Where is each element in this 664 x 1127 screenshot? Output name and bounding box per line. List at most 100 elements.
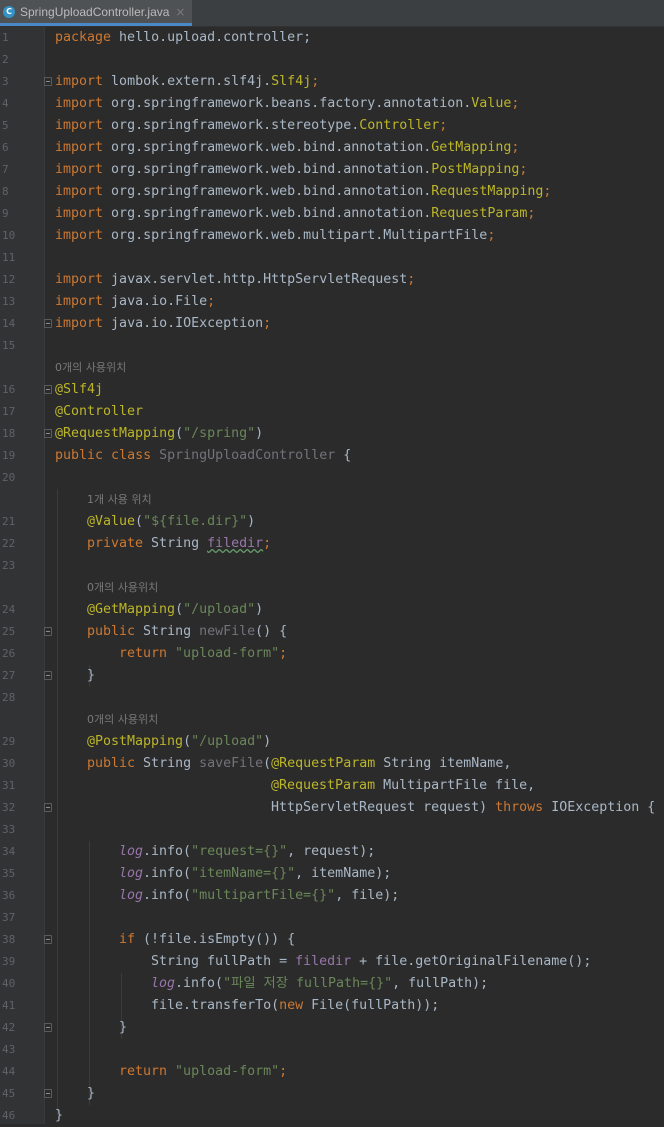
usages-hint[interactable]: 0개의 사용위치 — [87, 709, 158, 731]
keyword-import: import — [55, 96, 104, 111]
code-line: import javax.servlet.http.HttpServletReq… — [0, 269, 664, 291]
method-call: .info( — [143, 888, 192, 903]
editor-tab-bar: C SpringUploadController.java × — [0, 0, 664, 27]
line-number: 37 — [2, 911, 16, 924]
code-line: import lombok.extern.slf4j.Slf4j; — [0, 71, 664, 93]
annotation-slf4j: @Slf4j — [55, 382, 104, 397]
keyword-throws: throws — [495, 800, 544, 815]
paren: ( — [135, 514, 144, 529]
arguments: , itemName); — [295, 866, 392, 881]
string-literal: "request={}" — [191, 844, 288, 859]
semicolon: ; — [487, 228, 496, 243]
string-literal: "upload-form" — [167, 1064, 280, 1079]
keyword-import: import — [55, 294, 104, 309]
semicolon: ; — [407, 272, 416, 287]
code-line: import org.springframework.web.bind.anno… — [0, 137, 664, 159]
import-class: GetMapping — [431, 140, 512, 155]
code-line: private String filedir; — [0, 533, 664, 555]
line-number: 23 — [2, 559, 16, 572]
expression: + file.getOriginalFilename(); — [351, 954, 592, 969]
annotation-request-mapping: @RequestMapping — [55, 426, 176, 441]
annotation-request-param: @RequestParam — [271, 778, 376, 793]
paren: ( — [175, 426, 184, 441]
string-literal: "/upload" — [191, 734, 264, 749]
log-field: log — [119, 866, 144, 881]
import-path: org.springframework.beans.factory.annota… — [103, 96, 472, 111]
keyword-new: new — [279, 998, 304, 1013]
string-literal: "파일 저장 fullPath={}" — [223, 976, 393, 991]
usages-hint[interactable]: 0개의 사용위치 — [87, 577, 158, 599]
semicolon: ; — [279, 646, 288, 661]
paren: ( — [183, 734, 192, 749]
keyword-import: import — [55, 206, 104, 221]
keyword-if: if — [119, 932, 136, 947]
semicolon: ; — [543, 184, 552, 199]
annotation-post-mapping: @PostMapping — [87, 734, 184, 749]
code-line: @PostMapping("/upload") — [0, 731, 664, 753]
annotation-request-param: @RequestParam — [271, 756, 376, 771]
semicolon: ; — [279, 1064, 288, 1079]
keyword-import: import — [55, 118, 104, 133]
import-path: org.springframework.web.bind.annotation. — [103, 162, 432, 177]
import-path: org.springframework.stereotype. — [103, 118, 360, 133]
code-line: import org.springframework.web.multipart… — [0, 225, 664, 247]
package-name: hello.upload.controller; — [111, 30, 312, 45]
field-name: filedir — [295, 954, 352, 969]
import-path: org.springframework.web.multipart.Multip… — [103, 228, 488, 243]
code-line: log.info("파일 저장 fullPath={}", fullPath); — [0, 973, 664, 995]
tab-spring-upload-controller[interactable]: C SpringUploadController.java × — [0, 0, 192, 26]
string-literal: "upload-form" — [167, 646, 280, 661]
code-line: public String newFile() { — [0, 621, 664, 643]
code-line: @Value("${file.dir}") — [0, 511, 664, 533]
method-call: .info( — [175, 976, 224, 991]
arguments: , fullPath); — [392, 976, 489, 991]
code-line: @Controller — [0, 401, 664, 423]
import-path: java.io.IOException — [103, 316, 264, 331]
import-path: lombok.extern.slf4j. — [103, 74, 272, 89]
log-field: log — [119, 844, 144, 859]
code-line: @RequestParam MultipartFile file, — [0, 775, 664, 797]
code-line: file.transferTo(new File(fullPath)); — [0, 995, 664, 1017]
method-call: .info( — [143, 866, 192, 881]
arguments: , request); — [287, 844, 376, 859]
tab-label: SpringUploadController.java — [20, 4, 170, 19]
code-line: public String saveFile(@RequestParam Str… — [0, 753, 664, 775]
close-icon[interactable]: × — [175, 5, 185, 19]
brace: } — [87, 668, 96, 683]
keyword-import: import — [55, 228, 104, 243]
code-editor[interactable]: 1 2 3 4 5 6 7 8 9 10 11 12 13 14 15 16 1… — [0, 27, 664, 1124]
line-number: 20 — [2, 471, 16, 484]
code-line: import java.io.File; — [0, 291, 664, 313]
brace: } — [87, 1086, 96, 1101]
arguments: , file); — [335, 888, 400, 903]
usages-hint[interactable]: 1개 사용 위치 — [87, 489, 152, 511]
annotation-controller: @Controller — [55, 404, 144, 419]
semicolon: ; — [263, 316, 272, 331]
code-line: return "upload-form"; — [0, 643, 664, 665]
constructor-call: File(fullPath)); — [303, 998, 440, 1013]
code-line: public class SpringUploadController { — [0, 445, 664, 467]
exception-type: IOException { — [543, 800, 656, 815]
keyword-package: package — [55, 30, 112, 45]
method-call: .info( — [143, 844, 192, 859]
inlay-hint-row: 0개의 사용위치 — [0, 577, 664, 599]
keyword-private: private — [87, 536, 144, 551]
code-line: @RequestMapping("/spring") — [0, 423, 664, 445]
import-class: RequestParam — [431, 206, 528, 221]
import-class: Slf4j — [271, 74, 312, 89]
line-number: 15 — [2, 339, 16, 352]
code-line: import org.springframework.beans.factory… — [0, 93, 664, 115]
keyword-public: public — [87, 624, 136, 639]
log-field: log — [119, 888, 144, 903]
paren: ( — [175, 602, 184, 617]
parameter: String itemName, — [375, 756, 512, 771]
code-line: log.info("itemName={}", itemName); — [0, 863, 664, 885]
string-literal: "/spring" — [183, 426, 256, 441]
paren: ) — [247, 514, 256, 529]
import-class: Controller — [359, 118, 440, 133]
keyword-public: public — [55, 448, 104, 463]
type-name: String — [135, 624, 200, 639]
code-line: log.info("multipartFile={}", file); — [0, 885, 664, 907]
field-name: filedir — [207, 536, 264, 551]
usages-hint[interactable]: 0개의 사용위치 — [55, 357, 126, 379]
